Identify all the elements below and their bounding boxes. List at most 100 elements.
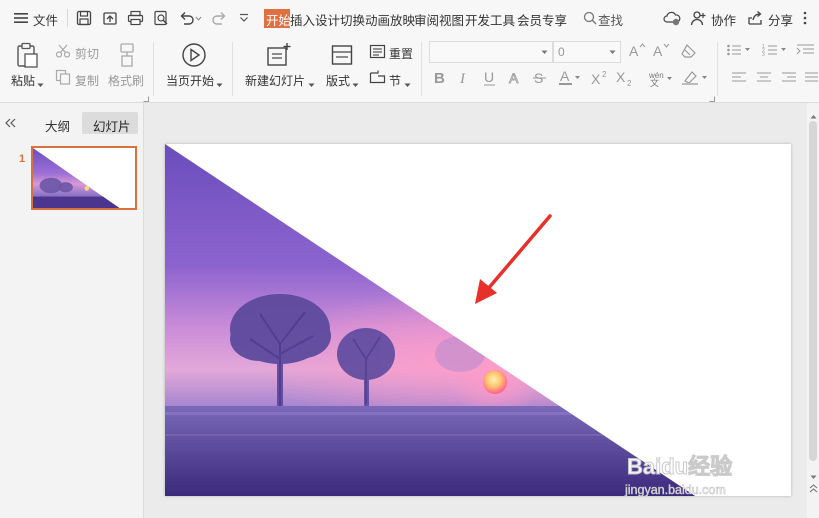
tab-slideshow[interactable]: 放映	[390, 10, 415, 29]
play-icon[interactable]	[181, 42, 207, 71]
watermark-logo: Baidu经验	[627, 454, 732, 479]
tab-insert[interactable]: 插入	[290, 10, 315, 29]
layout-button[interactable]: 版式	[326, 72, 350, 89]
print-icon[interactable]	[127, 10, 144, 29]
section-button[interactable]: 节	[389, 72, 401, 89]
copy-icon	[55, 69, 71, 88]
tab-member[interactable]: 会员专享	[517, 10, 567, 29]
scroll-down-icon[interactable]	[810, 469, 817, 483]
svg-text:2: 2	[627, 79, 632, 87]
collapse-panel-icon[interactable]	[5, 117, 17, 131]
align-left-icon[interactable]	[731, 71, 747, 88]
paste-button[interactable]: 粘贴	[11, 72, 35, 89]
scroll-up-icon[interactable]	[810, 108, 817, 122]
underline-icon[interactable]: U	[482, 69, 498, 89]
subscript-icon[interactable]: X2	[615, 69, 635, 90]
font-size-field[interactable]: 0	[553, 41, 621, 63]
svg-text:A: A	[560, 69, 570, 84]
share-icon[interactable]	[747, 10, 763, 29]
undo-icon[interactable]	[178, 10, 202, 29]
font-size-value: 0	[558, 45, 565, 59]
bold-icon[interactable]: B	[432, 70, 446, 89]
divider	[421, 42, 422, 96]
align-center-icon[interactable]	[756, 71, 772, 88]
tab-slides[interactable]: 幻灯片	[93, 116, 131, 135]
phonetic-guide-icon[interactable]: wén 文	[648, 69, 674, 90]
font-name-field[interactable]	[429, 41, 553, 63]
cut-button[interactable]: 剪切	[75, 45, 99, 62]
quick-access-dropdown-icon[interactable]	[238, 12, 250, 26]
tab-design[interactable]: 设计	[315, 10, 340, 29]
search-icon[interactable]	[583, 11, 597, 28]
svg-text:A: A	[509, 70, 519, 86]
slide-thumbnail[interactable]	[31, 146, 137, 210]
text-shadow-icon[interactable]: A	[507, 70, 523, 89]
superscript-icon[interactable]: X2	[590, 70, 610, 89]
indent-icon[interactable]	[796, 43, 816, 60]
numbered-list-icon[interactable]: 123	[762, 43, 788, 60]
bullet-list-icon[interactable]	[726, 43, 752, 60]
svg-text:I: I	[459, 71, 466, 86]
section-dropdown-icon[interactable]	[404, 77, 411, 91]
reset-button[interactable]: 重置	[389, 45, 413, 62]
new-slide-icon[interactable]	[266, 42, 292, 71]
redo-icon[interactable]	[212, 10, 228, 29]
copy-button[interactable]: 复制	[75, 72, 99, 89]
paste-dropdown-icon[interactable]	[37, 77, 44, 91]
tab-animations[interactable]: 动画	[365, 10, 390, 29]
reset-icon[interactable]	[369, 44, 386, 62]
file-menu[interactable]: 文件	[33, 10, 58, 29]
svg-text:文: 文	[650, 77, 659, 87]
svg-text:A: A	[653, 43, 663, 58]
print-preview-icon[interactable]	[153, 10, 169, 29]
divider	[67, 9, 68, 27]
vertical-scrollbar[interactable]	[807, 103, 819, 518]
decrease-font-size-icon[interactable]: A	[652, 42, 670, 61]
watermark-url: jingyan.baidu.com	[624, 483, 726, 496]
tab-home[interactable]: 开始	[266, 10, 291, 29]
align-right-icon[interactable]	[781, 71, 797, 88]
collaborate-button[interactable]: 协作	[711, 10, 736, 29]
svg-text:2: 2	[602, 70, 607, 79]
layout-icon[interactable]	[331, 43, 353, 70]
svg-text:3: 3	[762, 52, 765, 57]
cloud-sync-icon[interactable]	[663, 10, 681, 29]
new-slide-dropdown-icon[interactable]	[308, 77, 315, 91]
save-icon[interactable]	[76, 10, 92, 29]
more-options-icon[interactable]	[802, 10, 808, 29]
search-label[interactable]: 查找	[598, 10, 623, 29]
format-painter-button[interactable]: 格式刷	[108, 72, 144, 89]
scissors-icon	[55, 44, 71, 61]
justify-icon[interactable]	[804, 71, 818, 88]
previous-slide-icon[interactable]	[809, 483, 818, 497]
section-icon[interactable]	[369, 69, 386, 87]
chevron-down-icon[interactable]	[609, 50, 616, 55]
play-from-current-button[interactable]: 当页开始	[166, 72, 214, 89]
tab-view[interactable]: 视图	[439, 10, 464, 29]
slide-navigation-panel: 大纲 幻灯片 1	[0, 103, 144, 518]
chevron-down-icon[interactable]	[541, 50, 548, 55]
baidu-watermark: Baidu经验 jingyan.baidu.com	[624, 420, 739, 497]
layout-dropdown-icon[interactable]	[352, 77, 359, 91]
play-dropdown-icon[interactable]	[216, 77, 223, 91]
hamburger-icon[interactable]	[13, 11, 29, 28]
new-slide-button[interactable]: 新建幻灯片	[245, 72, 305, 89]
tab-transitions[interactable]: 切换	[340, 10, 365, 29]
scroll-thumb[interactable]	[809, 121, 817, 461]
tab-developer[interactable]: 开发工具	[465, 10, 515, 29]
tab-review[interactable]: 审阅	[414, 10, 439, 29]
strikethrough-icon[interactable]: S	[532, 70, 548, 89]
triangle-cropped-image[interactable]: Baidu经验 jingyan.baidu.com	[165, 144, 791, 497]
increase-font-size-icon[interactable]: A	[628, 42, 646, 61]
font-color-icon[interactable]: A	[558, 68, 582, 89]
highlight-color-icon[interactable]	[681, 69, 709, 89]
clear-format-icon[interactable]	[680, 42, 698, 61]
italic-icon[interactable]: I	[457, 70, 471, 89]
tab-outline[interactable]: 大纲	[45, 116, 70, 135]
slide-canvas[interactable]: Baidu经验 jingyan.baidu.com	[165, 144, 791, 497]
collaborate-icon[interactable]	[690, 10, 706, 29]
share-button[interactable]: 分享	[768, 10, 793, 29]
divider	[232, 42, 233, 96]
export-icon[interactable]	[102, 10, 118, 29]
paste-icon[interactable]	[15, 42, 39, 71]
